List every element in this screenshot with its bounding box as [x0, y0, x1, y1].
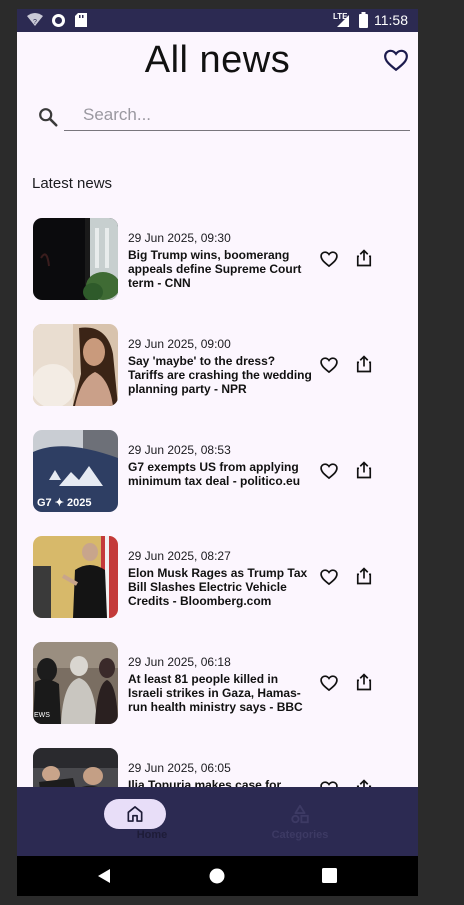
news-item[interactable]: 29 Jun 2025, 09:00 Say 'maybe' to the dr… — [17, 314, 418, 420]
news-item[interactable]: 29 Jun 2025, 09:30 Big Trump wins, boome… — [17, 208, 418, 314]
search-input[interactable] — [81, 99, 407, 131]
article-headline: At least 81 people killed in Israeli str… — [128, 672, 303, 714]
heart-outline-icon[interactable] — [319, 673, 339, 693]
back-icon[interactable] — [96, 868, 112, 884]
home-circle-icon[interactable] — [209, 868, 225, 884]
article-date: 29 Jun 2025, 06:18 — [128, 655, 231, 669]
news-thumbnail: G7 ✦ 2025 — [33, 430, 118, 512]
share-icon[interactable] — [354, 672, 374, 692]
news-thumbnail — [33, 218, 118, 300]
article-date: 29 Jun 2025, 09:30 — [128, 231, 231, 245]
news-list[interactable]: 29 Jun 2025, 09:30 Big Trump wins, boome… — [17, 208, 418, 788]
news-thumbnail: EWS — [33, 642, 118, 724]
search-bar — [37, 93, 410, 141]
heart-outline-icon[interactable] — [319, 355, 339, 375]
article-headline: G7 exempts US from applying minimum tax … — [128, 460, 301, 488]
nav-item-categories[interactable]: Categories — [234, 787, 418, 856]
heart-outline-icon[interactable] — [383, 47, 409, 73]
signal-icon — [337, 15, 349, 27]
share-icon[interactable] — [354, 248, 374, 268]
home-icon — [127, 806, 143, 822]
news-item[interactable]: G7 ✦ 2025 29 Jun 2025, 08:53 G7 exempts … — [17, 420, 418, 526]
status-bar: ? LTE 11:58 — [17, 9, 418, 32]
thumb-caption: EWS — [34, 712, 50, 719]
wifi-icon: ? — [27, 13, 43, 26]
share-icon[interactable] — [354, 354, 374, 374]
status-time: 11:58 — [374, 12, 408, 28]
news-item[interactable]: 29 Jun 2025, 06:05 Ilia Topuria makes ca… — [17, 738, 418, 788]
categories-icon — [291, 804, 309, 824]
article-date: 29 Jun 2025, 08:53 — [128, 443, 231, 457]
search-icon — [39, 108, 58, 127]
recents-icon[interactable] — [322, 868, 337, 883]
article-date: 29 Jun 2025, 08:27 — [128, 549, 231, 563]
circle-app-icon — [52, 14, 65, 27]
news-thumbnail — [33, 748, 118, 788]
article-headline: Say 'maybe' to the dress? Tariffs are cr… — [128, 354, 312, 396]
search-underline — [64, 130, 410, 131]
battery-icon — [359, 12, 368, 28]
svg-text:?: ? — [33, 19, 37, 26]
heart-outline-icon[interactable] — [319, 249, 339, 269]
news-thumbnail — [33, 324, 118, 406]
article-headline: Elon Musk Rages as Trump Tax Bill Slashe… — [128, 566, 308, 608]
share-icon[interactable] — [354, 460, 374, 480]
article-date: 29 Jun 2025, 09:00 — [128, 337, 231, 351]
section-title: Latest news — [32, 175, 113, 192]
news-thumbnail — [33, 536, 118, 618]
app-screen: ? LTE 11:58 All news Lat — [17, 9, 418, 896]
bottom-navigation: Home Categories — [17, 787, 418, 856]
heart-outline-icon[interactable] — [319, 461, 339, 481]
page-title: All news — [144, 39, 291, 81]
heart-outline-icon[interactable] — [319, 567, 339, 587]
system-navigation-bar — [17, 856, 418, 896]
share-icon[interactable] — [354, 566, 374, 586]
nav-label-categories: Categories — [271, 829, 329, 841]
nav-item-home[interactable]: Home — [34, 787, 234, 856]
news-item[interactable]: 29 Jun 2025, 08:27 Elon Musk Rages as Tr… — [17, 526, 418, 632]
sd-card-icon — [75, 13, 87, 27]
thumb-caption: G7 ✦ 2025 — [37, 497, 91, 509]
article-date: 29 Jun 2025, 06:05 — [128, 761, 231, 775]
article-headline: Big Trump wins, boomerang appeals define… — [128, 248, 302, 290]
news-item[interactable]: EWS 29 Jun 2025, 06:18 At least 81 peopl… — [17, 632, 418, 738]
